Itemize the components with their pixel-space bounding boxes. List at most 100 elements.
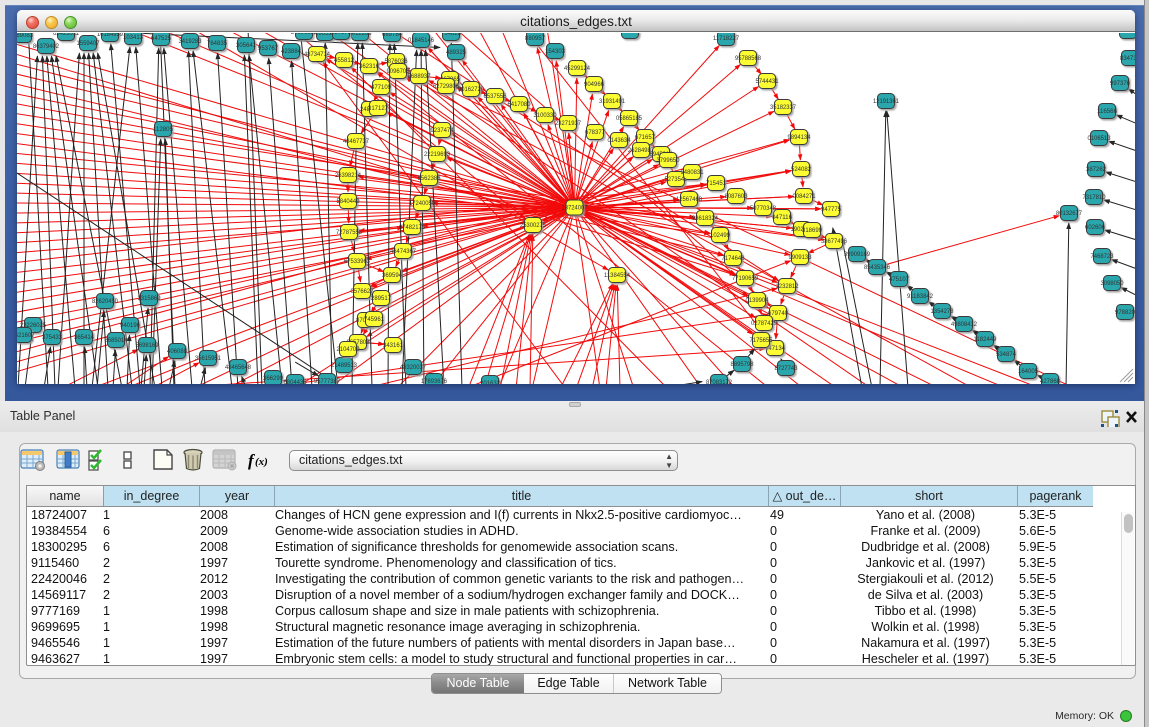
svg-text:715451: 715451 [706, 181, 727, 187]
svg-text:997376: 997376 [1110, 81, 1131, 87]
svg-text:671657: 671657 [635, 135, 656, 141]
svg-text:103413: 103413 [123, 35, 144, 41]
svg-text:85435346: 85435346 [864, 265, 891, 271]
svg-text:317127: 317127 [368, 106, 389, 112]
svg-text:953767: 953767 [258, 46, 279, 52]
svg-text:669784: 669784 [382, 33, 403, 38]
svg-text:9237474: 9237474 [431, 128, 455, 134]
svg-text:6804436: 6804436 [284, 380, 308, 384]
svg-text:834738: 834738 [1120, 56, 1135, 62]
svg-text:116566: 116566 [1097, 109, 1118, 115]
svg-text:389083: 389083 [17, 33, 34, 39]
svg-text:1232812: 1232812 [776, 284, 800, 290]
svg-text:3315869: 3315869 [138, 296, 162, 302]
svg-text:343161: 343161 [383, 343, 404, 349]
svg-text:(x): (x) [255, 456, 268, 468]
svg-text:49808412: 49808412 [951, 322, 978, 328]
svg-text:678377: 678377 [585, 130, 606, 136]
svg-text:01845146: 01845146 [408, 38, 435, 44]
svg-text:11384554: 11384554 [604, 273, 631, 279]
svg-text:1354278: 1354278 [931, 309, 955, 315]
svg-text:7175655: 7175655 [750, 338, 774, 344]
svg-text:102499: 102499 [710, 233, 731, 239]
svg-text:90162720: 90162720 [458, 87, 485, 93]
svg-text:7174648: 7174648 [722, 256, 746, 262]
svg-text:26398214: 26398214 [335, 173, 362, 179]
svg-text:07482175: 07482175 [399, 225, 426, 231]
svg-text:3419283: 3419283 [179, 39, 203, 45]
svg-text:0139904: 0139904 [746, 298, 770, 304]
svg-text:477109: 477109 [371, 85, 392, 91]
svg-text:423884: 423884 [281, 49, 302, 55]
svg-text:3421607: 3421607 [17, 333, 35, 339]
svg-text:35615951: 35615951 [195, 356, 222, 362]
svg-text:6688937: 6688937 [408, 74, 432, 80]
svg-text:95777387: 95777387 [314, 379, 341, 384]
svg-text:745961: 745961 [364, 317, 385, 323]
svg-text:67533963: 67533963 [344, 259, 371, 265]
svg-text:201632: 201632 [480, 381, 501, 384]
svg-text:39909169: 39909169 [844, 252, 871, 258]
svg-text:947775: 947775 [821, 207, 842, 213]
svg-text:3100330: 3100330 [534, 113, 558, 119]
svg-text:647525: 647525 [151, 36, 172, 42]
svg-text:880957: 880957 [525, 36, 546, 42]
svg-text:154303: 154303 [545, 49, 566, 55]
svg-text:8895798: 8895798 [731, 362, 755, 368]
svg-text:3098050: 3098050 [1101, 281, 1125, 287]
svg-text:5840449: 5840449 [337, 199, 361, 205]
svg-text:704828: 704828 [441, 33, 462, 37]
svg-text:22219693: 22219693 [424, 152, 451, 158]
svg-text:2104709: 2104709 [337, 347, 361, 353]
svg-text:46578713: 46578713 [328, 33, 355, 36]
svg-text:112805: 112805 [153, 127, 174, 133]
svg-text:362316: 362316 [359, 64, 380, 70]
svg-text:31931491: 31931491 [599, 99, 626, 105]
svg-text:9909133: 9909133 [789, 255, 813, 261]
svg-text:65423511: 65423511 [53, 33, 80, 37]
svg-text:11718227: 11718227 [713, 36, 740, 42]
svg-text:12567468: 12567468 [676, 197, 703, 203]
svg-text:80132677: 80132677 [1056, 211, 1083, 217]
svg-text:93618324: 93618324 [692, 216, 719, 222]
svg-text:38677496: 38677496 [821, 239, 848, 245]
svg-text:9894134: 9894134 [788, 135, 812, 141]
svg-text:0143634: 0143634 [608, 138, 632, 144]
svg-text:0576627: 0576627 [351, 289, 375, 295]
svg-text:77190659: 77190659 [732, 276, 759, 282]
svg-text:5698169: 5698169 [136, 343, 160, 349]
svg-text:475107: 475107 [889, 277, 910, 283]
svg-text:87083172: 87083172 [706, 380, 733, 384]
svg-text:48734714: 48734714 [304, 52, 331, 58]
svg-text:406088: 406088 [167, 349, 188, 355]
svg-text:904966: 904966 [584, 82, 605, 88]
svg-text:02787429: 02787429 [751, 321, 778, 327]
svg-text:489325: 489325 [446, 50, 467, 56]
svg-text:16184959: 16184959 [97, 33, 124, 38]
svg-text:24896383: 24896383 [291, 33, 318, 36]
svg-text:62729806: 62729806 [433, 84, 460, 90]
svg-text:5744431: 5744431 [756, 79, 780, 85]
svg-text:289517: 289517 [371, 296, 392, 302]
svg-text:0084271: 0084271 [793, 194, 817, 200]
svg-text:524082: 524082 [791, 167, 812, 173]
svg-text:05865185: 05865185 [616, 116, 643, 122]
svg-text:305641: 305641 [236, 43, 257, 49]
svg-text:30103105: 30103105 [1115, 33, 1135, 35]
svg-text:164005: 164005 [1018, 369, 1039, 375]
svg-text:91183842: 91183842 [907, 294, 934, 300]
svg-text:17693676: 17693676 [421, 379, 448, 384]
svg-text:35182337: 35182337 [770, 105, 797, 111]
svg-text:1559407: 1559407 [77, 41, 101, 47]
svg-text:3799650: 3799650 [657, 158, 681, 164]
svg-text:25300275: 25300275 [520, 223, 547, 229]
svg-text:387262: 387262 [1086, 167, 1107, 173]
svg-text:8685014: 8685014 [105, 338, 129, 344]
svg-text:17240050: 17240050 [409, 201, 436, 207]
svg-text:18724007: 18724007 [562, 206, 589, 212]
svg-text:534874: 534874 [996, 352, 1017, 358]
svg-text:365414: 365414 [74, 335, 95, 341]
svg-text:150983: 150983 [620, 33, 641, 35]
svg-text:047116: 047116 [772, 215, 793, 221]
svg-text:318699: 318699 [802, 228, 823, 234]
